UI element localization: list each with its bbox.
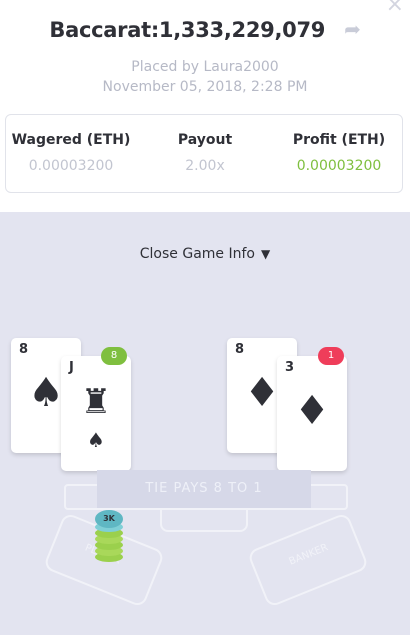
- chip-top: 3K: [95, 510, 123, 528]
- banker-area[interactable]: BANKER: [246, 511, 370, 609]
- card-rank: 8: [235, 342, 245, 357]
- bet-details-panel: × Baccarat:1,333,229,079 ➦ Placed by Lau…: [0, 0, 410, 212]
- wagered-stat: Wagered (ETH) 0.00003200: [6, 132, 136, 174]
- close-icon[interactable]: ×: [386, 0, 404, 17]
- bet-title: Baccarat:1,333,229,079: [49, 18, 326, 42]
- card-rank: J: [69, 360, 74, 375]
- profit-stat: Profit (ETH) 0.00003200: [274, 132, 404, 174]
- payout-value: 2.00x: [185, 158, 225, 174]
- chevron-down-icon: ▼: [260, 247, 271, 261]
- spade-icon: ♠: [87, 428, 105, 452]
- wagered-value: 0.00003200: [28, 158, 114, 174]
- bet-date: November 05, 2018, 2:28 PM: [102, 79, 308, 95]
- share-icon[interactable]: ➦: [344, 17, 361, 41]
- card-rank: 8: [19, 342, 29, 357]
- profit-label: Profit (ETH): [292, 132, 386, 148]
- payout-label: Payout: [177, 132, 233, 148]
- placed-by: Placed by Laura2000: [131, 59, 279, 75]
- tie-pays-banner: TIE PAYS 8 TO 1: [97, 470, 311, 508]
- diamond-icon: ♦: [294, 388, 330, 434]
- banker-card-2: 3 ♦: [277, 356, 347, 471]
- game-info-panel: Close Game Info▼ TIE PLAYER BANKER 8 ♠ J…: [0, 212, 410, 635]
- player-score-badge: 8: [101, 347, 127, 365]
- jack-figure-icon: ♜: [80, 382, 112, 422]
- profit-value: 0.00003200: [296, 158, 382, 174]
- player-card-2: J ♜ ♠: [61, 356, 131, 471]
- banker-score-badge: 1: [318, 347, 344, 365]
- page-title: Baccarat:1,333,229,079 ➦: [0, 17, 410, 42]
- wagered-label: Wagered (ETH): [11, 132, 131, 148]
- bet-stats: Wagered (ETH) 0.00003200 Payout 2.00x Pr…: [5, 114, 403, 193]
- banker-label: BANKER: [287, 542, 330, 568]
- toggle-label: Close Game Info: [139, 246, 255, 262]
- payout-stat: Payout 2.00x: [140, 132, 270, 174]
- card-rank: 3: [285, 360, 295, 375]
- close-game-info-toggle[interactable]: Close Game Info ▼: [0, 246, 410, 262]
